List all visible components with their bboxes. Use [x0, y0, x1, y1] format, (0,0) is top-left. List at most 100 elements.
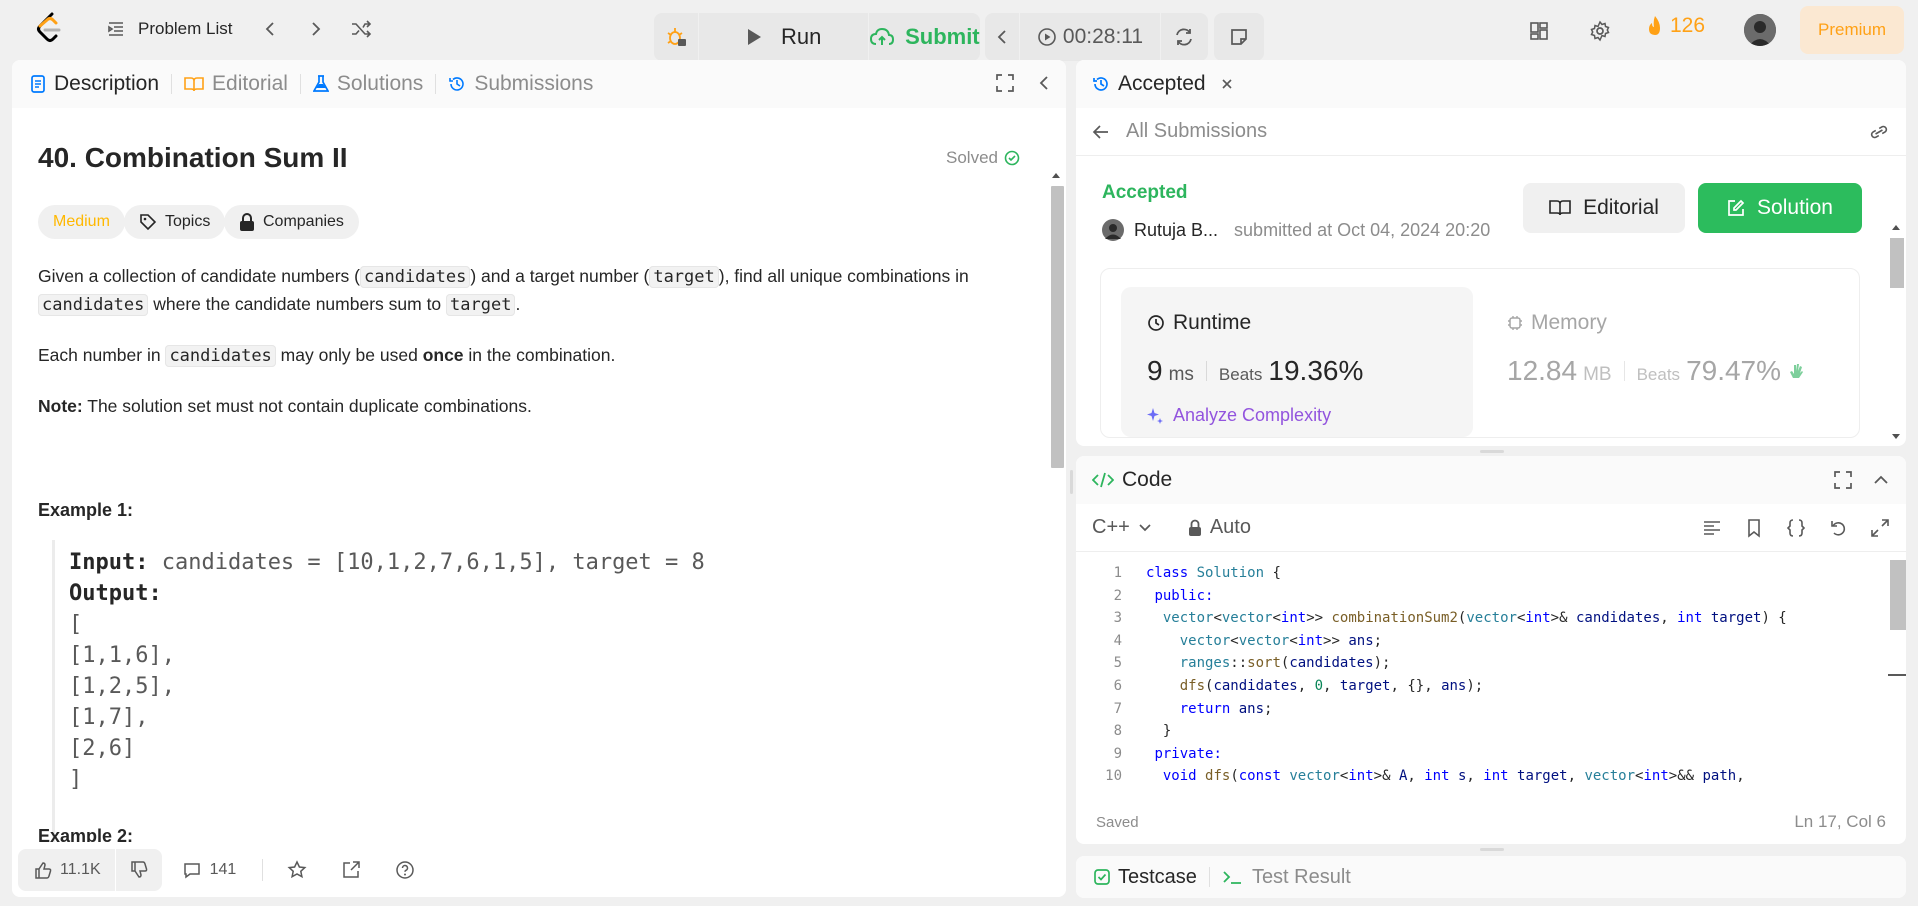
undo-icon[interactable] [1828, 518, 1848, 538]
runtime-header: Runtime [1147, 311, 1251, 335]
back-arrow-icon[interactable] [1092, 124, 1110, 140]
document-icon [31, 75, 45, 93]
code-editor[interactable]: 1 class Solution { 2 public: 3 vector<vec… [1076, 560, 1888, 786]
tab-description[interactable]: Description [18, 72, 171, 96]
flask-icon [312, 75, 329, 92]
editorial-button[interactable]: Editorial [1523, 183, 1685, 233]
horizontal-resize-handle[interactable] [1480, 848, 1504, 851]
comments-button[interactable]: 141 [182, 861, 236, 879]
link-icon[interactable] [1868, 124, 1890, 140]
memory-unit: MB [1583, 364, 1612, 385]
code-line: 4 vector<vector<int>> ans; [1113, 632, 1383, 649]
runtime-card[interactable]: Runtime 9 ms Beats 19.36% Analyze Comple… [1121, 287, 1473, 437]
solution-button[interactable]: Solution [1698, 183, 1862, 233]
tab-editorial[interactable]: Editorial [172, 72, 300, 96]
vertical-resize-handle[interactable] [1070, 470, 1073, 494]
tab-test-result[interactable]: Test Result [1210, 866, 1363, 889]
runtime-beats: 19.36% [1268, 355, 1364, 386]
user-avatar[interactable] [1744, 14, 1776, 46]
submit-button[interactable]: Submit [869, 13, 980, 61]
description-scrollbar[interactable] [1048, 170, 1064, 897]
difficulty-badge[interactable]: Medium [38, 205, 125, 239]
collapse-panel-icon[interactable] [1036, 74, 1052, 92]
bookmark-icon[interactable] [1744, 518, 1764, 538]
scroll-thumb[interactable] [1051, 186, 1064, 468]
reset-timer-icon[interactable] [1161, 13, 1207, 61]
collapse-up-icon[interactable] [1872, 471, 1890, 489]
all-submissions-link[interactable]: All Submissions [1126, 120, 1267, 143]
tab-solutions[interactable]: Solutions [301, 72, 435, 96]
companies-chip[interactable]: Companies [224, 205, 359, 239]
description-line-3: Each number in candidates may only be us… [38, 345, 616, 367]
submitter-name[interactable]: Rutuja B... [1134, 220, 1218, 241]
premium-button[interactable]: Premium [1800, 6, 1904, 54]
scroll-thumb[interactable] [1890, 238, 1904, 288]
streak-counter[interactable]: 126 [1646, 14, 1705, 38]
output-row: ] [69, 767, 83, 792]
top-bar: Problem List Run Submit 00:28:11 126 Pre… [0, 0, 1918, 61]
editor-status-bar: Saved Ln 17, Col 6 [1076, 802, 1906, 842]
code-line: 7 return ans; [1113, 700, 1273, 717]
star-icon[interactable] [287, 859, 307, 880]
code-line: 10 void dfs(const vector<int>& A, int s,… [1105, 768, 1745, 785]
example-1-block: Input: candidates = [10,1,2,7,6,1,5], ta… [52, 540, 752, 860]
code-scrollbar[interactable] [1888, 560, 1906, 786]
play-icon [748, 29, 762, 45]
debug-button[interactable] [654, 13, 698, 61]
chip-icon [1508, 316, 1522, 330]
topics-chip[interactable]: Topics [124, 205, 226, 239]
timer[interactable]: 00:28:11 [1020, 13, 1160, 61]
runtime-unit: ms [1168, 364, 1194, 385]
problem-list-link[interactable]: Problem List [138, 19, 232, 39]
problem-list-icon[interactable] [106, 19, 126, 39]
leetcode-logo-icon[interactable] [34, 12, 64, 44]
submitter-avatar [1102, 219, 1124, 241]
code-line: 2 public: [1113, 587, 1214, 604]
collapse-timer-icon[interactable] [985, 13, 1019, 61]
braces-icon[interactable] [1786, 518, 1806, 538]
result-scrollbar[interactable] [1886, 158, 1904, 446]
notes-button[interactable] [1214, 13, 1264, 61]
auto-mode[interactable]: Auto [1188, 516, 1251, 539]
save-status: Saved [1096, 813, 1139, 831]
horizontal-resize-handle[interactable] [1480, 450, 1504, 453]
run-button[interactable]: Run [699, 13, 868, 61]
tab-testcase[interactable]: Testcase [1076, 866, 1209, 889]
cloud-upload-icon [870, 27, 895, 45]
tag-icon [140, 214, 157, 231]
code-toolbar: C++ Auto [1076, 504, 1906, 552]
description-tabs: Description Editorial Solutions Submissi… [12, 60, 1066, 108]
dislike-button[interactable] [116, 860, 162, 879]
memory-header: Memory [1507, 311, 1607, 335]
next-problem-icon[interactable] [306, 20, 324, 38]
testcase-panel: Testcase Test Result [1076, 856, 1906, 898]
thumbs-down-icon [130, 860, 147, 878]
maximize-icon[interactable] [1834, 471, 1852, 489]
tab-code[interactable]: Code [1076, 468, 1184, 492]
code-header: Code [1076, 456, 1906, 504]
note-icon [1214, 13, 1264, 61]
analyze-complexity-button[interactable]: Analyze Complexity [1145, 405, 1331, 426]
tab-submissions[interactable]: Submissions [436, 72, 605, 96]
close-icon[interactable] [1220, 77, 1234, 91]
share-icon[interactable] [341, 860, 361, 880]
memory-card[interactable]: Memory 12.84 MB Beats 79.47% [1507, 311, 1804, 386]
prev-problem-icon[interactable] [262, 20, 280, 38]
thumbs-up-icon [35, 861, 52, 879]
like-button[interactable]: 11.1K [18, 861, 115, 879]
shuffle-icon[interactable] [350, 19, 372, 39]
scroll-thumb[interactable] [1890, 560, 1906, 630]
cursor-position: Ln 17, Col 6 [1794, 812, 1886, 831]
gear-icon[interactable] [1587, 18, 1613, 44]
language-select[interactable]: C++ [1092, 516, 1152, 539]
tab-accepted[interactable]: Accepted [1076, 72, 1246, 96]
help-icon[interactable] [395, 860, 415, 880]
example-output-label: Output: [69, 581, 162, 606]
problem-list-nav: Problem List [106, 14, 372, 44]
format-icon[interactable] [1702, 518, 1722, 538]
maximize-icon[interactable] [996, 74, 1014, 92]
layout-icon[interactable] [1526, 18, 1552, 44]
all-submissions-bar: All Submissions [1076, 108, 1906, 156]
output-row: [1,7], [69, 705, 149, 730]
fullscreen-icon[interactable] [1870, 518, 1890, 538]
